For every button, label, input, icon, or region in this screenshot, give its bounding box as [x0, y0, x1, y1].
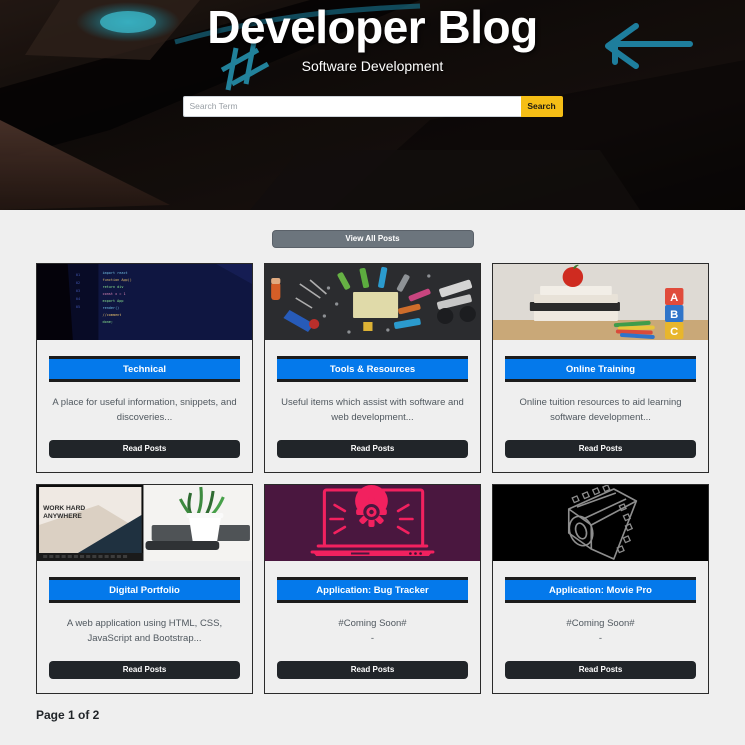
svg-text:C: C	[670, 326, 678, 338]
pagination-label: Page 1 of 2	[36, 708, 100, 722]
svg-text:WORK HARD: WORK HARD	[43, 505, 85, 512]
card-thumbnail-technical: import react function App() return div c…	[37, 264, 252, 340]
svg-text:A: A	[670, 292, 678, 304]
card-title[interactable]: Digital Portfolio	[49, 577, 240, 603]
read-posts-button[interactable]: Read Posts	[277, 440, 468, 458]
category-card-grid: import react function App() return div c…	[36, 263, 709, 694]
card-thumbnail-training: A B C	[493, 264, 708, 340]
card-thumbnail-tools	[265, 264, 480, 340]
read-posts-button[interactable]: Read Posts	[49, 440, 240, 458]
page-subtitle: Software Development	[301, 57, 444, 74]
card-description: A place for useful information, snippets…	[52, 397, 237, 423]
card-title[interactable]: Technical	[49, 356, 240, 382]
read-posts-button[interactable]: Read Posts	[505, 440, 696, 458]
category-card[interactable]: import react function App() return div c…	[36, 263, 253, 473]
card-title[interactable]: Tools & Resources	[277, 356, 468, 382]
category-card[interactable]: Application: Bug Tracker #Coming Soon# -…	[264, 484, 481, 694]
read-posts-button[interactable]: Read Posts	[49, 661, 240, 679]
page-title: Developer Blog	[207, 1, 538, 53]
card-description: Online tuition resources to aid learning…	[519, 397, 682, 423]
main-content: View All Posts import react function App…	[0, 210, 745, 722]
card-thumbnail-portfolio: WORK HARD ANYWHERE	[37, 485, 252, 561]
card-description: #Coming Soon# -	[338, 618, 407, 644]
read-posts-button[interactable]: Read Posts	[277, 661, 468, 679]
card-thumbnail-movie-pro	[493, 485, 708, 561]
hero-banner: Developer Blog Software Development Sear…	[0, 0, 745, 210]
category-card[interactable]: A B C Online Training Online tuition res…	[492, 263, 709, 473]
read-posts-button[interactable]: Read Posts	[505, 661, 696, 679]
category-card[interactable]: Application: Movie Pro #Coming Soon# - R…	[492, 484, 709, 694]
card-title[interactable]: Application: Movie Pro	[505, 577, 696, 603]
card-description: #Coming Soon# -	[566, 618, 635, 644]
svg-text:B: B	[670, 309, 678, 321]
search-input[interactable]	[182, 95, 521, 117]
view-all-row: View All Posts	[36, 210, 709, 248]
card-title[interactable]: Application: Bug Tracker	[277, 577, 468, 603]
search-button[interactable]: Search	[520, 95, 563, 117]
view-all-posts-button[interactable]: View All Posts	[271, 230, 474, 248]
search-form: Search	[182, 95, 563, 117]
category-card[interactable]: Tools & Resources Useful items which ass…	[264, 263, 481, 473]
card-title[interactable]: Online Training	[505, 356, 696, 382]
card-thumbnail-bug-tracker	[265, 485, 480, 561]
category-card[interactable]: WORK HARD ANYWHERE Digital Portfolio A w…	[36, 484, 253, 694]
card-description: A web application using HTML, CSS, JavaS…	[66, 618, 223, 644]
svg-text:ANYWHERE: ANYWHERE	[43, 513, 82, 520]
card-description: Useful items which assist with software …	[281, 397, 464, 423]
